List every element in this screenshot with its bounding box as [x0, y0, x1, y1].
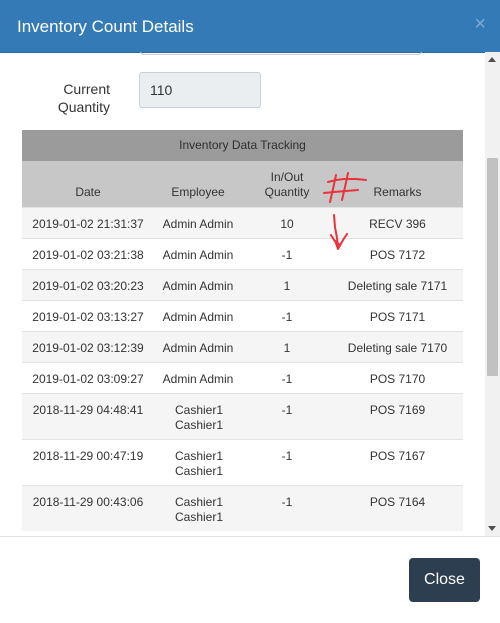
- column-header-quantity: In/Out Quantity: [264, 170, 310, 199]
- table-row: 2018-11-29 04:48:41 Cashier1 Cashier1 -1 PO…: [22, 393, 463, 439]
- cell-remarks: Deleting sale 7171: [347, 279, 448, 293]
- cell-employee: Admin Admin: [162, 341, 234, 355]
- cell-date: 2018-11-29 04:48:41: [32, 403, 144, 417]
- cell-remarks: POS 7164: [369, 495, 426, 509]
- table-row: 2019-01-02 21:31:37 Admin Admin 10 RECV 396: [22, 207, 463, 238]
- cell-remarks: POS 7170: [369, 372, 426, 386]
- column-header-employee: Employee: [171, 185, 225, 199]
- modal-footer: Close: [0, 536, 500, 623]
- close-button[interactable]: Close: [409, 558, 480, 602]
- scroll-thumb[interactable]: [487, 158, 498, 376]
- cell-date: 2019-01-02 03:21:38: [32, 248, 144, 262]
- table-row: 2019-01-02 03:09:27 Admin Admin -1 POS 7170: [22, 362, 463, 393]
- cell-remarks: POS 7172: [369, 248, 426, 262]
- cell-remarks: RECV 396: [369, 217, 426, 231]
- modal-body[interactable]: Current Quantity 110 Inventory Data Trac…: [0, 52, 485, 536]
- cell-employee: Admin Admin: [162, 310, 234, 324]
- cell-employee: Cashier1 Cashier1: [174, 403, 224, 432]
- table-row: 2019-01-02 03:21:38 Admin Admin -1 POS 7172: [22, 238, 463, 269]
- cell-date: 2019-01-02 03:13:27: [32, 310, 144, 324]
- cell-remarks: POS 7171: [369, 310, 426, 324]
- cell-employee: Admin Admin: [162, 372, 234, 386]
- scroll-down-icon[interactable]: [488, 526, 496, 531]
- cell-employee: Cashier1 Cashier1: [174, 495, 224, 524]
- inventory-tracking-table: Inventory Data Tracking Date Employee In…: [22, 130, 463, 531]
- cell-date: 2019-01-02 21:31:37: [32, 217, 144, 231]
- cell-remarks: POS 7169: [369, 403, 426, 417]
- cell-employee: Admin Admin: [162, 248, 234, 262]
- close-icon[interactable]: ×: [474, 13, 486, 36]
- cell-quantity: 10: [280, 217, 294, 231]
- table-row: 2019-01-02 03:12:39 Admin Admin 1 Deleting …: [22, 331, 463, 362]
- table-row: 2019-01-02 03:20:23 Admin Admin 1 Deleting …: [22, 269, 463, 300]
- cell-remarks: POS 7167: [369, 449, 426, 463]
- modal-title: Inventory Count Details: [17, 17, 194, 36]
- cell-date: 2018-11-29 00:47:19: [32, 449, 144, 463]
- cell-remarks: Deleting sale 7170: [347, 341, 448, 355]
- cell-quantity: -1: [281, 372, 293, 386]
- table-row: 2018-11-29 00:47:19 Cashier1 Cashier1 -1 PO…: [22, 439, 463, 485]
- table-row: 2018-11-29 00:43:06 Cashier1 Cashier1 -1 PO…: [22, 485, 463, 531]
- cell-quantity: -1: [281, 449, 293, 463]
- cell-date: 2018-11-29 00:43:06: [32, 495, 144, 509]
- current-quantity-field[interactable]: 110: [139, 72, 261, 108]
- cell-employee: Admin Admin: [162, 217, 234, 231]
- table-row: 2019-01-02 03:13:27 Admin Admin -1 POS 7171: [22, 300, 463, 331]
- previous-field[interactable]: [140, 52, 422, 55]
- table-title: Inventory Data Tracking: [22, 130, 463, 161]
- modal-header: Inventory Count Details ×: [0, 0, 500, 53]
- cell-date: 2019-01-02 03:09:27: [32, 372, 144, 386]
- cell-quantity: -1: [281, 310, 293, 324]
- current-quantity-label: Current Quantity: [57, 81, 110, 115]
- cell-quantity: -1: [281, 248, 293, 262]
- cell-quantity: 1: [283, 341, 291, 355]
- cell-employee: Admin Admin: [162, 279, 234, 293]
- column-header-remarks: Remarks: [373, 185, 422, 199]
- column-header-date: Date: [75, 185, 101, 199]
- cell-quantity: -1: [281, 495, 293, 509]
- table-body: 2019-01-02 21:31:37 Admin Admin 10 RECV 396…: [22, 207, 463, 531]
- scrollbar[interactable]: [485, 52, 500, 536]
- scroll-up-icon[interactable]: [488, 57, 496, 62]
- cell-date: 2019-01-02 03:12:39: [32, 341, 144, 355]
- cell-date: 2019-01-02 03:20:23: [32, 279, 144, 293]
- cell-quantity: -1: [281, 403, 293, 417]
- cell-quantity: 1: [283, 279, 291, 293]
- table-header: Date Employee In/Out Quantity Remarks: [22, 161, 463, 207]
- cell-employee: Cashier1 Cashier1: [174, 449, 224, 478]
